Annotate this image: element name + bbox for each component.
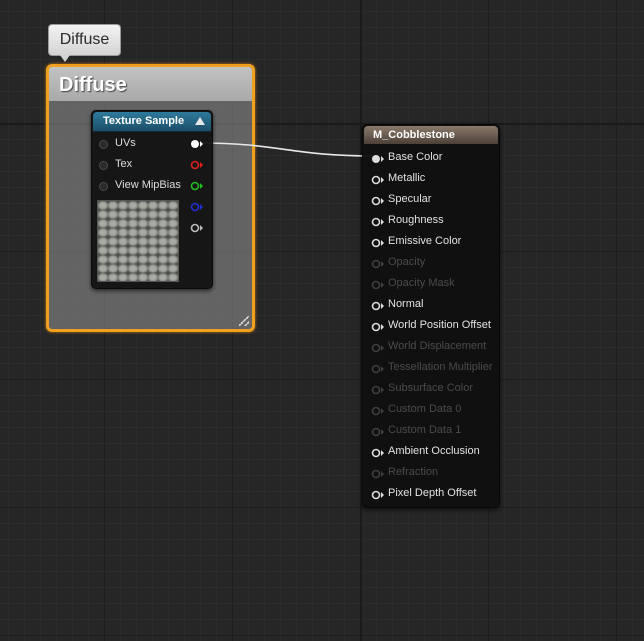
material-input-label: World Displacement: [388, 340, 487, 352]
material-input-row: Roughness: [363, 212, 499, 230]
alpha-output-pin-icon[interactable]: [190, 222, 204, 234]
input-pin-icon: [371, 406, 384, 416]
input-pin-icon: [371, 385, 384, 395]
material-input-row: Normal: [363, 296, 499, 314]
collapse-icon[interactable]: [195, 117, 205, 125]
input-pin-icon: [371, 343, 384, 353]
input-pin-icon[interactable]: [371, 300, 385, 312]
connected-input-pin-icon[interactable]: [371, 153, 385, 165]
graph-canvas[interactable]: Diffuse Diffuse Texture Sample UVs Tex V…: [0, 0, 644, 641]
red-output-pin-icon[interactable]: [190, 159, 204, 171]
material-input-label: Opacity: [388, 256, 426, 268]
material-input-row: Custom Data 1: [363, 422, 499, 440]
input-pin-icon[interactable]: [371, 237, 385, 249]
material-input-row: Custom Data 0: [363, 401, 499, 419]
uvs-input-pin[interactable]: [99, 140, 108, 149]
material-input-row: Ambient Occlusion: [363, 443, 499, 461]
material-input-label: Emissive Color: [388, 235, 462, 247]
material-input-row: Emissive Color: [363, 233, 499, 251]
green-output-pin-icon[interactable]: [190, 180, 204, 192]
material-input-label: Ambient Occlusion: [388, 445, 480, 457]
input-pin-icon: [371, 280, 384, 290]
material-input-label: Subsurface Color: [388, 382, 473, 394]
material-input-row: Subsurface Color: [363, 380, 499, 398]
material-input-label: Custom Data 1: [388, 424, 462, 436]
input-pin-icon[interactable]: [371, 174, 385, 186]
blue-output-pin-icon[interactable]: [190, 201, 204, 213]
input-pin-icon: [371, 427, 384, 437]
tex-input-pin[interactable]: [99, 161, 108, 170]
material-input-label: Pixel Depth Offset: [388, 487, 477, 499]
material-node-header[interactable]: M_Cobblestone: [364, 126, 498, 144]
material-input-row: Specular: [363, 191, 499, 209]
material-input-label: Specular: [388, 193, 432, 205]
input-pin-icon[interactable]: [371, 447, 385, 459]
material-input-label: Normal: [388, 298, 424, 310]
material-input-label: World Position Offset: [388, 319, 491, 331]
material-input-label: Base Color: [388, 151, 443, 163]
material-input-label: Metallic: [388, 172, 426, 184]
input-label: View MipBias: [115, 179, 181, 191]
material-input-row: World Position Offset: [363, 317, 499, 335]
input-pin-icon[interactable]: [371, 321, 385, 333]
view-mipbias-input-pin[interactable]: [99, 182, 108, 191]
texture-preview-thumbnail: [97, 200, 179, 282]
material-input-label: Tessellation Multiplier: [388, 361, 493, 373]
input-pin-icon: [371, 364, 384, 374]
texture-sample-header[interactable]: Texture Sample: [93, 112, 211, 132]
input-label: Tex: [115, 158, 133, 170]
material-input-row: Opacity Mask: [363, 275, 499, 293]
input-label: UVs: [115, 137, 136, 149]
input-pin-icon[interactable]: [371, 216, 385, 228]
material-result-node[interactable]: M_Cobblestone Base Color Metallic Specular…: [362, 124, 500, 508]
connection-wire[interactable]: [0, 0, 644, 641]
material-input-row: Opacity: [363, 254, 499, 272]
input-pin-icon: [371, 469, 384, 479]
material-input-row: Tessellation Multiplier: [363, 359, 499, 377]
input-pin-icon[interactable]: [371, 195, 385, 207]
rgb-output-pin-icon[interactable]: [190, 138, 204, 150]
input-pin-icon: [371, 259, 384, 269]
material-input-row: Base Color: [363, 149, 499, 167]
texture-sample-title: Texture Sample: [103, 115, 185, 127]
material-input-row: Refraction: [363, 464, 499, 482]
material-input-label: Roughness: [388, 214, 444, 226]
material-input-row: Metallic: [363, 170, 499, 188]
material-input-label: Refraction: [388, 466, 439, 478]
input-pin-icon[interactable]: [371, 489, 385, 501]
material-input-row: Pixel Depth Offset: [363, 485, 499, 503]
material-input-label: Opacity Mask: [388, 277, 455, 289]
material-node-title: M_Cobblestone: [373, 129, 455, 141]
texture-sample-node[interactable]: Texture Sample UVs Tex View MipBias: [91, 110, 213, 289]
material-input-row: World Displacement: [363, 338, 499, 356]
material-input-label: Custom Data 0: [388, 403, 462, 415]
